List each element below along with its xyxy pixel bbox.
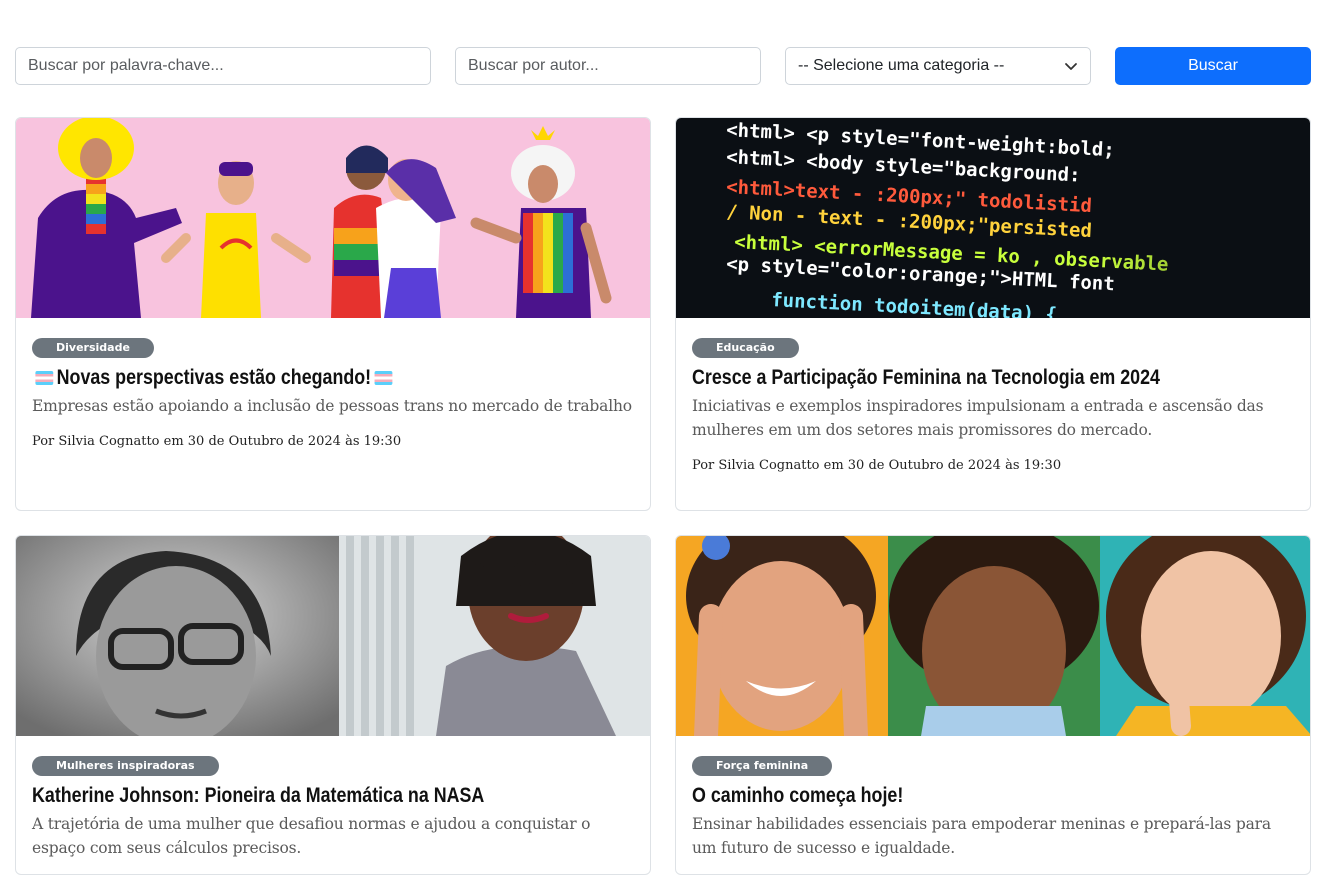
card-image-girls[interactable]: [676, 536, 1310, 736]
author-search-input[interactable]: [455, 47, 761, 85]
card-meta: Por Silvia Cognatto em 30 de Outubro de …: [32, 434, 402, 449]
card-image-code[interactable]: <html> <p style="font-weight:bold; <html…: [676, 118, 1310, 318]
news-card[interactable]: Mulheres inspiradoras Katherine Johnson:…: [15, 535, 651, 875]
card-title-text: Novas perspectivas estão chegando!: [56, 366, 372, 389]
category-badge[interactable]: Educação: [692, 338, 799, 358]
card-image-katherine-johnson[interactable]: [16, 536, 650, 736]
card-title[interactable]: Katherine Johnson: Pioneira da Matemátic…: [32, 782, 544, 809]
card-description: Iniciativas e exemplos inspiradores impu…: [692, 397, 1264, 439]
news-card[interactable]: Força feminina O caminho começa hoje! En…: [675, 535, 1311, 875]
category-select-value: -- Selecione uma categoria --: [798, 57, 1005, 74]
card-title[interactable]: O caminho começa hoje!: [692, 782, 1204, 809]
category-select[interactable]: -- Selecione uma categoria --: [785, 47, 1091, 85]
chevron-down-icon: [1065, 63, 1077, 70]
card-description: Empresas estão apoiando a inclusão de pe…: [32, 397, 632, 415]
category-badge[interactable]: Força feminina: [692, 756, 833, 776]
search-bar: -- Selecione uma categoria -- Buscar: [15, 47, 1311, 85]
card-title[interactable]: Novas perspectivas estão chegando!: [32, 364, 544, 391]
card-title[interactable]: Cresce a Participação Feminina na Tecnol…: [692, 364, 1204, 391]
category-badge[interactable]: Mulheres inspiradoras: [32, 756, 219, 776]
transgender-flag-icon: [35, 371, 54, 386]
keyword-search-input[interactable]: [15, 47, 431, 85]
transgender-flag-icon: [374, 371, 393, 386]
news-card[interactable]: <html> <p style="font-weight:bold; <html…: [675, 117, 1311, 511]
card-description: A trajetória de uma mulher que desafiou …: [32, 815, 591, 857]
category-badge[interactable]: Diversidade: [32, 338, 154, 358]
card-meta: Por Silvia Cognatto em 30 de Outubro de …: [692, 458, 1062, 473]
search-button[interactable]: Buscar: [1115, 47, 1311, 85]
card-description: Ensinar habilidades essenciais para empo…: [692, 815, 1271, 857]
news-card[interactable]: Diversidade Novas perspectivas estão che…: [15, 117, 651, 511]
card-image-diversity[interactable]: [16, 118, 650, 318]
